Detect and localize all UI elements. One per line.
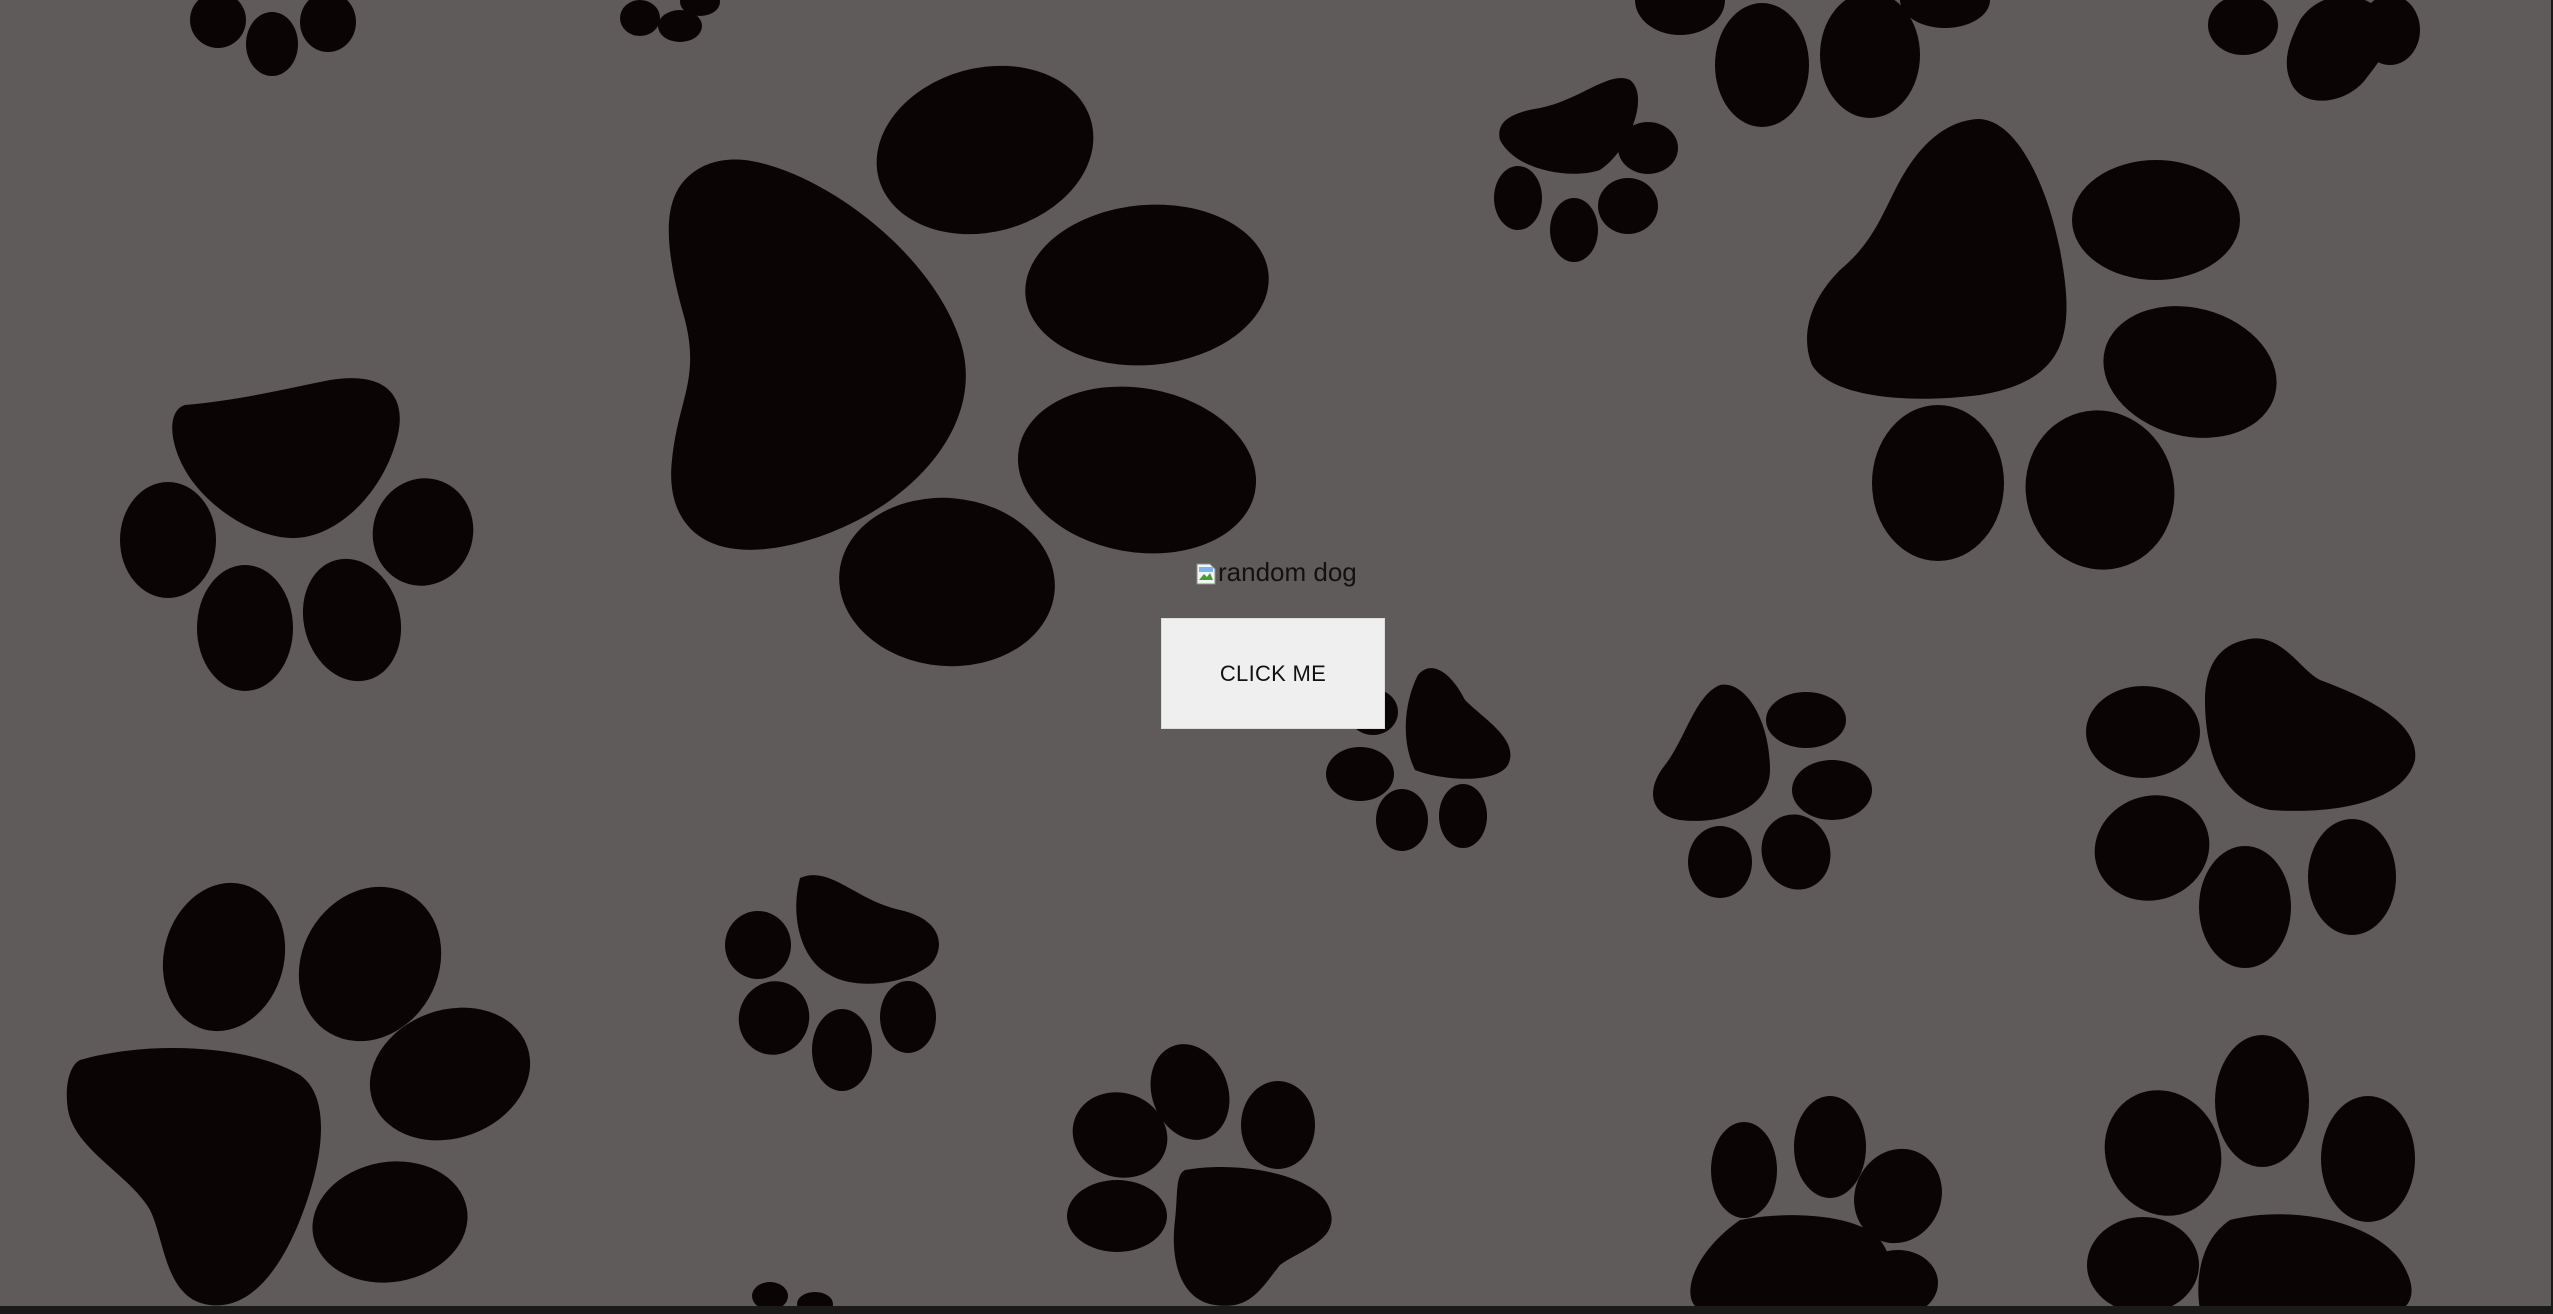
page-background: random dog CLICK ME (0, 0, 2551, 1306)
paw-print-icon (1067, 1044, 1332, 1306)
window-edge (0, 1306, 2553, 1314)
random-dog-image: random dog (1196, 557, 1357, 587)
paw-print-icon (66, 882, 531, 1306)
paw-print-icon (2086, 638, 2416, 968)
paw-print-icon (725, 875, 939, 1091)
paw-print-icon (1653, 684, 1872, 898)
paw-print-icon (2208, 0, 2420, 101)
paw-print-icon (1807, 118, 2277, 570)
paw-print-icon (620, 0, 720, 42)
paw-print-icon (2087, 1035, 2415, 1306)
image-alt-text: random dog (1218, 556, 1357, 587)
paw-print-icon (120, 378, 474, 691)
paw-print-icon (1494, 77, 1678, 262)
click-me-button[interactable]: CLICK ME (1161, 618, 1385, 729)
paw-print-icon (1690, 1096, 1942, 1306)
paw-print-icon (752, 1282, 833, 1306)
broken-image-icon (1196, 561, 1216, 585)
paw-print-icon (668, 65, 1269, 667)
paw-print-icon (1635, 0, 1990, 127)
paw-print-icon (190, 0, 356, 76)
